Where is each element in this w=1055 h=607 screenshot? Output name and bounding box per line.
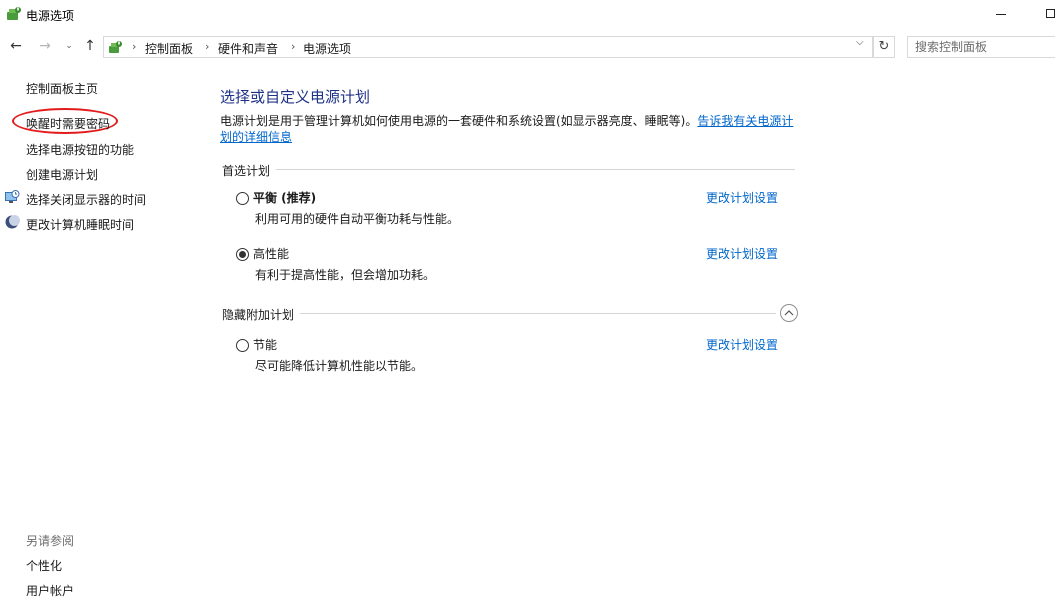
navigation-bar: ← → ⌄ ↑ › 控制面板 › 硬件和声音 › 电源选项 ⌵ ↻ [0, 34, 1055, 60]
power-options-icon [7, 7, 21, 20]
page-description: 电源计划是用于管理计算机如何使用电源的一套硬件和系统设置(如显示器亮度、睡眠等)… [220, 113, 800, 145]
chevron-down-icon[interactable]: ⌄ [60, 37, 78, 55]
forward-arrow-icon[interactable]: → [36, 37, 54, 55]
breadcrumb-control-panel[interactable]: 控制面板 [145, 40, 193, 57]
sidebar-link-power-button[interactable]: 选择电源按钮的功能 [26, 141, 134, 158]
breadcrumb-power-options[interactable]: 电源选项 [303, 40, 351, 57]
search-input[interactable] [915, 38, 1055, 56]
page-title: 选择或自定义电源计划 [220, 88, 371, 106]
maximize-icon[interactable] [1046, 9, 1055, 18]
see-also-link-user-accounts[interactable]: 用户帐户 [26, 582, 74, 599]
up-arrow-icon[interactable]: ↑ [81, 37, 99, 55]
sidebar: 控制面板主页 唤醒时需要密码 选择电源按钮的功能 创建电源计划 选择关闭显示器的… [0, 60, 200, 607]
refresh-icon[interactable]: ↻ [873, 36, 895, 58]
plan-name-high-performance[interactable]: 高性能 [253, 245, 289, 262]
breadcrumb-separator-icon: › [132, 40, 137, 53]
section-divider [300, 313, 776, 314]
plan-radio-high-performance[interactable] [236, 248, 249, 261]
main-content: 选择或自定义电源计划 电源计划是用于管理计算机如何使用电源的一套硬件和系统设置(… [220, 60, 810, 607]
breadcrumb-separator-icon: › [291, 40, 296, 53]
window-title: 电源选项 [26, 9, 75, 23]
sidebar-link-sleep-time[interactable]: 更改计算机睡眠时间 [26, 216, 134, 233]
plan-desc-balanced: 利用可用的硬件自动平衡功耗与性能。 [255, 212, 460, 226]
see-also-heading: 另请参阅 [26, 534, 75, 548]
address-box[interactable]: › 控制面板 › 硬件和声音 › 电源选项 [103, 36, 873, 58]
plan-name-balanced[interactable]: 平衡 (推荐) [253, 189, 316, 206]
minimize-icon[interactable] [996, 14, 1006, 15]
breadcrumb-separator-icon: › [205, 40, 210, 53]
search-box[interactable] [907, 36, 1055, 58]
see-also-link-personalization[interactable]: 个性化 [26, 557, 62, 574]
address-history-chevron-icon[interactable]: ⌵ [856, 37, 864, 48]
collapse-chevron-up-icon[interactable] [780, 304, 798, 322]
sidebar-link-require-password[interactable]: 唤醒时需要密码 [26, 115, 110, 132]
plan-radio-balanced[interactable] [236, 192, 249, 205]
plan-desc-high-performance: 有利于提高性能，但会增加功耗。 [255, 268, 436, 282]
sidebar-link-create-plan[interactable]: 创建电源计划 [26, 166, 98, 183]
sidebar-link-control-panel-home[interactable]: 控制面板主页 [26, 80, 98, 97]
sidebar-link-display-off[interactable]: 选择关闭显示器的时间 [26, 191, 146, 208]
moon-icon [5, 215, 20, 229]
monitor-clock-icon [5, 190, 20, 203]
change-plan-settings-balanced[interactable]: 更改计划设置 [706, 189, 778, 206]
back-arrow-icon[interactable]: ← [7, 37, 25, 55]
description-text: 电源计划是用于管理计算机如何使用电源的一套硬件和系统设置(如显示器亮度、睡眠等)… [220, 114, 698, 128]
change-plan-settings-high-performance[interactable]: 更改计划设置 [706, 245, 778, 262]
plan-name-power-saver[interactable]: 节能 [253, 336, 277, 353]
preferred-plans-heading: 首选计划 [222, 164, 271, 178]
breadcrumb-hardware-sound[interactable]: 硬件和声音 [218, 40, 278, 57]
plan-desc-power-saver: 尽可能降低计算机性能以节能。 [255, 359, 424, 373]
hidden-plans-heading: 隐藏附加计划 [222, 308, 295, 322]
control-panel-icon [109, 41, 122, 53]
change-plan-settings-power-saver[interactable]: 更改计划设置 [706, 336, 778, 353]
section-divider [276, 169, 795, 170]
plan-radio-power-saver[interactable] [236, 339, 249, 352]
title-bar: 电源选项 [0, 0, 1055, 30]
